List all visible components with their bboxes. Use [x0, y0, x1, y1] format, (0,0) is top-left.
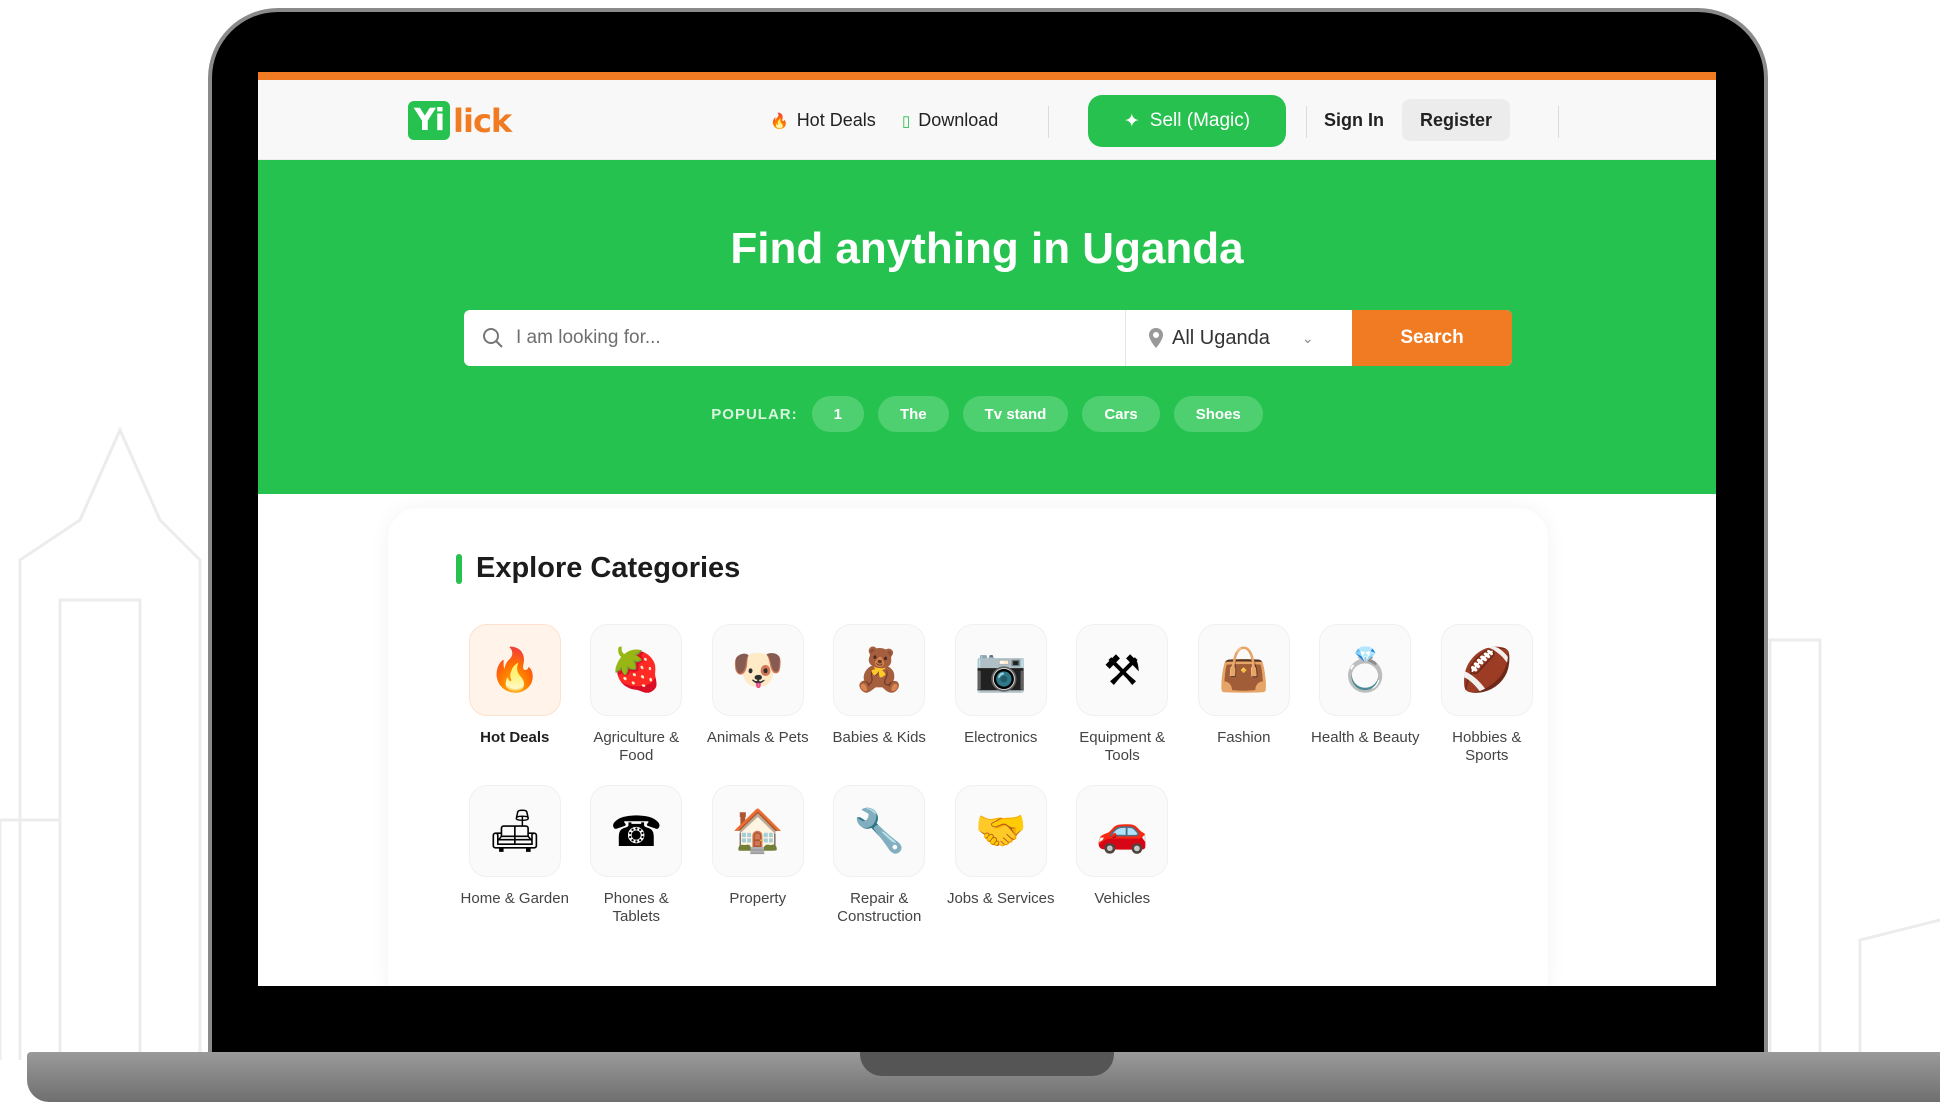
laptop-screen: Yi lick 🔥 Hot Deals ▯ Download ✦ Sell (M…: [258, 72, 1716, 986]
explore-categories-title: Explore Categories: [476, 552, 741, 584]
camera-icon: 📷: [954, 624, 1047, 716]
search-field[interactable]: [464, 310, 1126, 366]
navbar: Yi lick 🔥 Hot Deals ▯ Download ✦ Sell (M…: [258, 80, 1716, 160]
category-tile[interactable]: 🍓 Agriculture & Food: [576, 624, 698, 765]
house-icon: 🏠: [711, 785, 804, 877]
sign-in-link[interactable]: Sign In: [1324, 110, 1384, 131]
heading-accent-bar: [456, 553, 462, 584]
popular-tag[interactable]: 1: [811, 396, 864, 432]
download-link[interactable]: ▯ Download: [902, 110, 998, 131]
category-label: Equipment & Tools: [1079, 729, 1166, 764]
popular-tag[interactable]: Cars: [1082, 396, 1160, 432]
search-icon: [483, 328, 503, 348]
teddy-bear-icon: 🧸: [833, 624, 926, 716]
hot-deals-link[interactable]: 🔥 Hot Deals: [770, 110, 876, 131]
screenshot-stage: Yi lick 🔥 Hot Deals ▯ Download ✦ Sell (M…: [0, 0, 1940, 1105]
category-label: Repair & Construction: [837, 890, 922, 925]
nav-divider: [1558, 106, 1559, 138]
armchair-icon: 🛋: [468, 785, 561, 877]
category-tile[interactable]: 🧸 Babies & Kids: [819, 624, 941, 765]
category-tile[interactable]: 💍 Health & Beauty: [1305, 624, 1427, 765]
categories-section: Explore Categories 🔥 Hot Deals 🍓 Agricultur…: [258, 494, 1716, 986]
location-value: All Uganda: [1172, 326, 1270, 349]
strawberry-icon: 🍓: [590, 624, 683, 716]
category-label: Agriculture & Food: [593, 729, 680, 764]
hero-banner: Find anything in Uganda All Uganda ⌄: [258, 160, 1716, 494]
laptop-trackpad-notch: [860, 1052, 1114, 1076]
handshake-icon: 🤝: [954, 785, 1047, 877]
popular-label: POPULAR:: [711, 405, 798, 423]
magic-wand-icon: ✦: [1123, 110, 1140, 132]
football-icon: 🏈: [1440, 624, 1533, 716]
category-label: Fashion: [1217, 729, 1271, 746]
flame-icon: 🔥: [770, 112, 789, 130]
drill-icon: 🔧: [833, 785, 926, 877]
phone-icon: ▯: [902, 112, 911, 130]
section-heading: Explore Categories: [456, 552, 740, 585]
nav-divider: [1306, 106, 1307, 138]
category-tile[interactable]: ☎ Phones & Tablets: [576, 785, 698, 926]
category-tile[interactable]: 👜 Fashion: [1183, 624, 1305, 765]
category-label: Jobs & Services: [946, 890, 1055, 907]
register-button[interactable]: Register: [1402, 99, 1510, 141]
location-select[interactable]: All Uganda ⌄: [1126, 310, 1352, 366]
yilick-logo[interactable]: Yi lick: [408, 101, 512, 140]
popular-tag[interactable]: The: [877, 396, 949, 432]
category-label: Health & Beauty: [1311, 729, 1420, 746]
category-label: Babies & Kids: [832, 729, 926, 746]
nav-divider: [1048, 106, 1049, 138]
location-pin-icon: [1149, 328, 1163, 348]
category-label: Animals & Pets: [706, 729, 809, 746]
category-tile[interactable]: 🚗 Vehicles: [1062, 785, 1184, 926]
top-accent-line: [258, 72, 1716, 80]
sell-button-label: Sell (Magic): [1149, 110, 1251, 131]
category-label: Electronics: [964, 729, 1038, 746]
car-icon: 🚗: [1076, 785, 1169, 877]
anvil-icon: ⚒: [1076, 624, 1169, 716]
category-label: Vehicles: [1094, 890, 1151, 907]
category-label: Phones & Tablets: [603, 890, 669, 925]
category-tile[interactable]: 📷 Electronics: [940, 624, 1062, 765]
category-tile[interactable]: 🔧 Repair & Construction: [819, 785, 941, 926]
category-tile[interactable]: 🤝 Jobs & Services: [940, 785, 1062, 926]
category-tile[interactable]: ⚒ Equipment & Tools: [1062, 624, 1184, 765]
hero-title: Find anything in Uganda: [730, 224, 1244, 273]
category-tile[interactable]: 🐶 Animals & Pets: [697, 624, 819, 765]
dog-icon: 🐶: [711, 624, 804, 716]
popular-searches: POPULAR: 1 The Tv stand Cars Shoes: [258, 396, 1716, 432]
category-label: Home & Garden: [460, 890, 569, 907]
category-label: Hot Deals: [480, 729, 550, 746]
category-label: Property: [729, 890, 787, 907]
telephone-icon: ☎: [590, 785, 683, 877]
sell-magic-button[interactable]: ✦ Sell (Magic): [1088, 95, 1286, 147]
hot-deals-label: Hot Deals: [796, 110, 876, 130]
category-tile[interactable]: 🔥 Hot Deals: [454, 624, 576, 765]
search-button[interactable]: Search: [1352, 310, 1512, 366]
category-label: Hobbies & Sports: [1452, 729, 1522, 764]
compact-mirror-icon: 💍: [1319, 624, 1412, 716]
category-grid: 🔥 Hot Deals 🍓 Agriculture & Food 🐶 Animals & …: [454, 624, 1574, 926]
flame-icon: 🔥: [468, 624, 561, 716]
category-tile[interactable]: 🏠 Property: [697, 785, 819, 926]
popular-tag[interactable]: Tv stand: [962, 396, 1069, 432]
popular-tag[interactable]: Shoes: [1173, 396, 1263, 432]
handbag-icon: 👜: [1197, 624, 1290, 716]
download-label: Download: [918, 110, 999, 130]
search-bar: All Uganda ⌄ Search: [464, 310, 1512, 366]
logo-lick-text: lick: [453, 101, 512, 140]
search-input[interactable]: [516, 327, 1076, 349]
category-tile[interactable]: 🛋 Home & Garden: [454, 785, 576, 926]
chevron-down-icon: ⌄: [1301, 329, 1314, 346]
category-tile[interactable]: 🏈 Hobbies & Sports: [1426, 624, 1548, 765]
logo-yi-mark: Yi: [408, 101, 451, 140]
